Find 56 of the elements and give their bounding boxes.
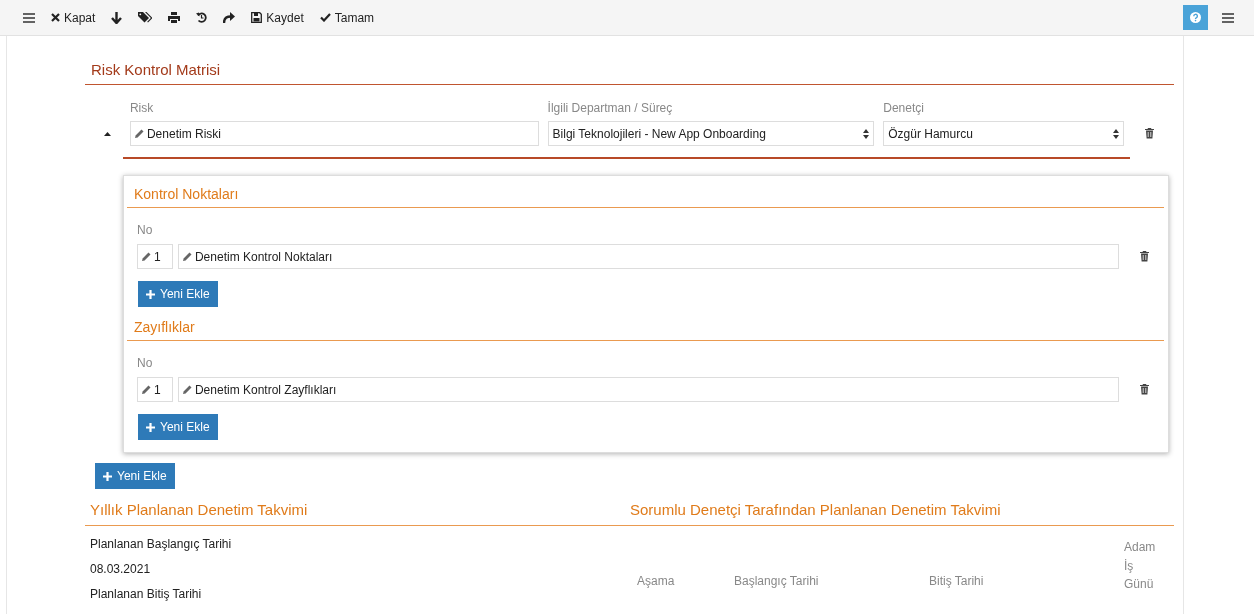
toolbar-button[interactable]: Kapat [45, 6, 102, 29]
pencil-icon [182, 385, 192, 394]
date-value: 08.03.2021 [89, 562, 152, 576]
column-header: Adam İş Günü [1124, 539, 1157, 594]
caret-up-icon[interactable] [103, 131, 111, 136]
redo-arrow-icon [223, 12, 236, 23]
print-icon [168, 12, 181, 23]
text-input[interactable]: Denetim Kontrol Zayflıkları [177, 377, 1120, 402]
field-label: Planlanan Bitiş Tarihi [89, 587, 203, 601]
pencil-icon [142, 252, 151, 261]
menu-icon [1222, 12, 1234, 23]
check-icon [319, 13, 331, 22]
plus-icon [146, 422, 155, 432]
column-header: Aşama [637, 573, 676, 590]
down-arrow-icon [111, 11, 123, 24]
plus-icon [103, 471, 112, 481]
select-arrows-icon [863, 128, 870, 139]
menu-icon [23, 12, 35, 23]
section-title: Yıllık Planlanan Denetim Takvimi [85, 501, 625, 526]
select-arrows-icon [1113, 128, 1120, 139]
pencil-icon [142, 385, 151, 394]
field-label: Planlanan Başlangıç Tarihi [89, 537, 233, 551]
add-button[interactable]: Yeni Ekle [95, 463, 175, 489]
text-input[interactable]: Denetim Kontrol Noktaları [177, 244, 1120, 269]
number-input[interactable]: 1 [137, 377, 173, 402]
department-select[interactable]: Bilgi Teknolojileri - New App Onboarding [547, 121, 875, 146]
field-label: No [137, 356, 154, 370]
pencil-icon [134, 129, 144, 138]
help-icon [1190, 12, 1201, 23]
section-title: Sorumlu Denetçi Tarafından Planlanan Denetim Takvimi [625, 501, 1174, 526]
column-header: Bitiş Tarihi [929, 573, 985, 590]
trash-icon[interactable] [1144, 128, 1154, 139]
section-title: Kontrol Noktaları [127, 186, 1164, 208]
help-button[interactable] [1183, 5, 1208, 30]
trash-icon[interactable] [1139, 384, 1149, 395]
plus-icon [146, 289, 155, 299]
history-icon [196, 12, 208, 23]
field-label: İlgili Departman / Süreç [547, 101, 674, 115]
add-button[interactable]: Yeni Ekle [138, 414, 218, 440]
field-label: No [137, 223, 154, 237]
toolbar-button[interactable]: Tamam [313, 6, 381, 29]
toolbar-button[interactable]: Kaydet [245, 6, 310, 29]
risk-input[interactable]: Denetim Riski [129, 121, 539, 146]
add-button[interactable]: Yeni Ekle [138, 281, 218, 307]
trash-icon[interactable] [1139, 251, 1149, 262]
field-label: Denetçi [883, 101, 925, 115]
section-title: Risk Kontrol Matrisi [85, 61, 1174, 85]
number-input[interactable]: 1 [137, 244, 173, 269]
save-icon [251, 12, 263, 23]
pencil-icon [182, 252, 192, 261]
close-icon [51, 13, 60, 22]
column-header: Başlangıç Tarihi [734, 573, 820, 590]
section-title: Zayıflıklar [127, 319, 1164, 341]
auditor-select[interactable]: Özgür Hamurcu [883, 121, 1125, 146]
tags-icon [138, 12, 153, 23]
field-label: Risk [129, 101, 155, 115]
